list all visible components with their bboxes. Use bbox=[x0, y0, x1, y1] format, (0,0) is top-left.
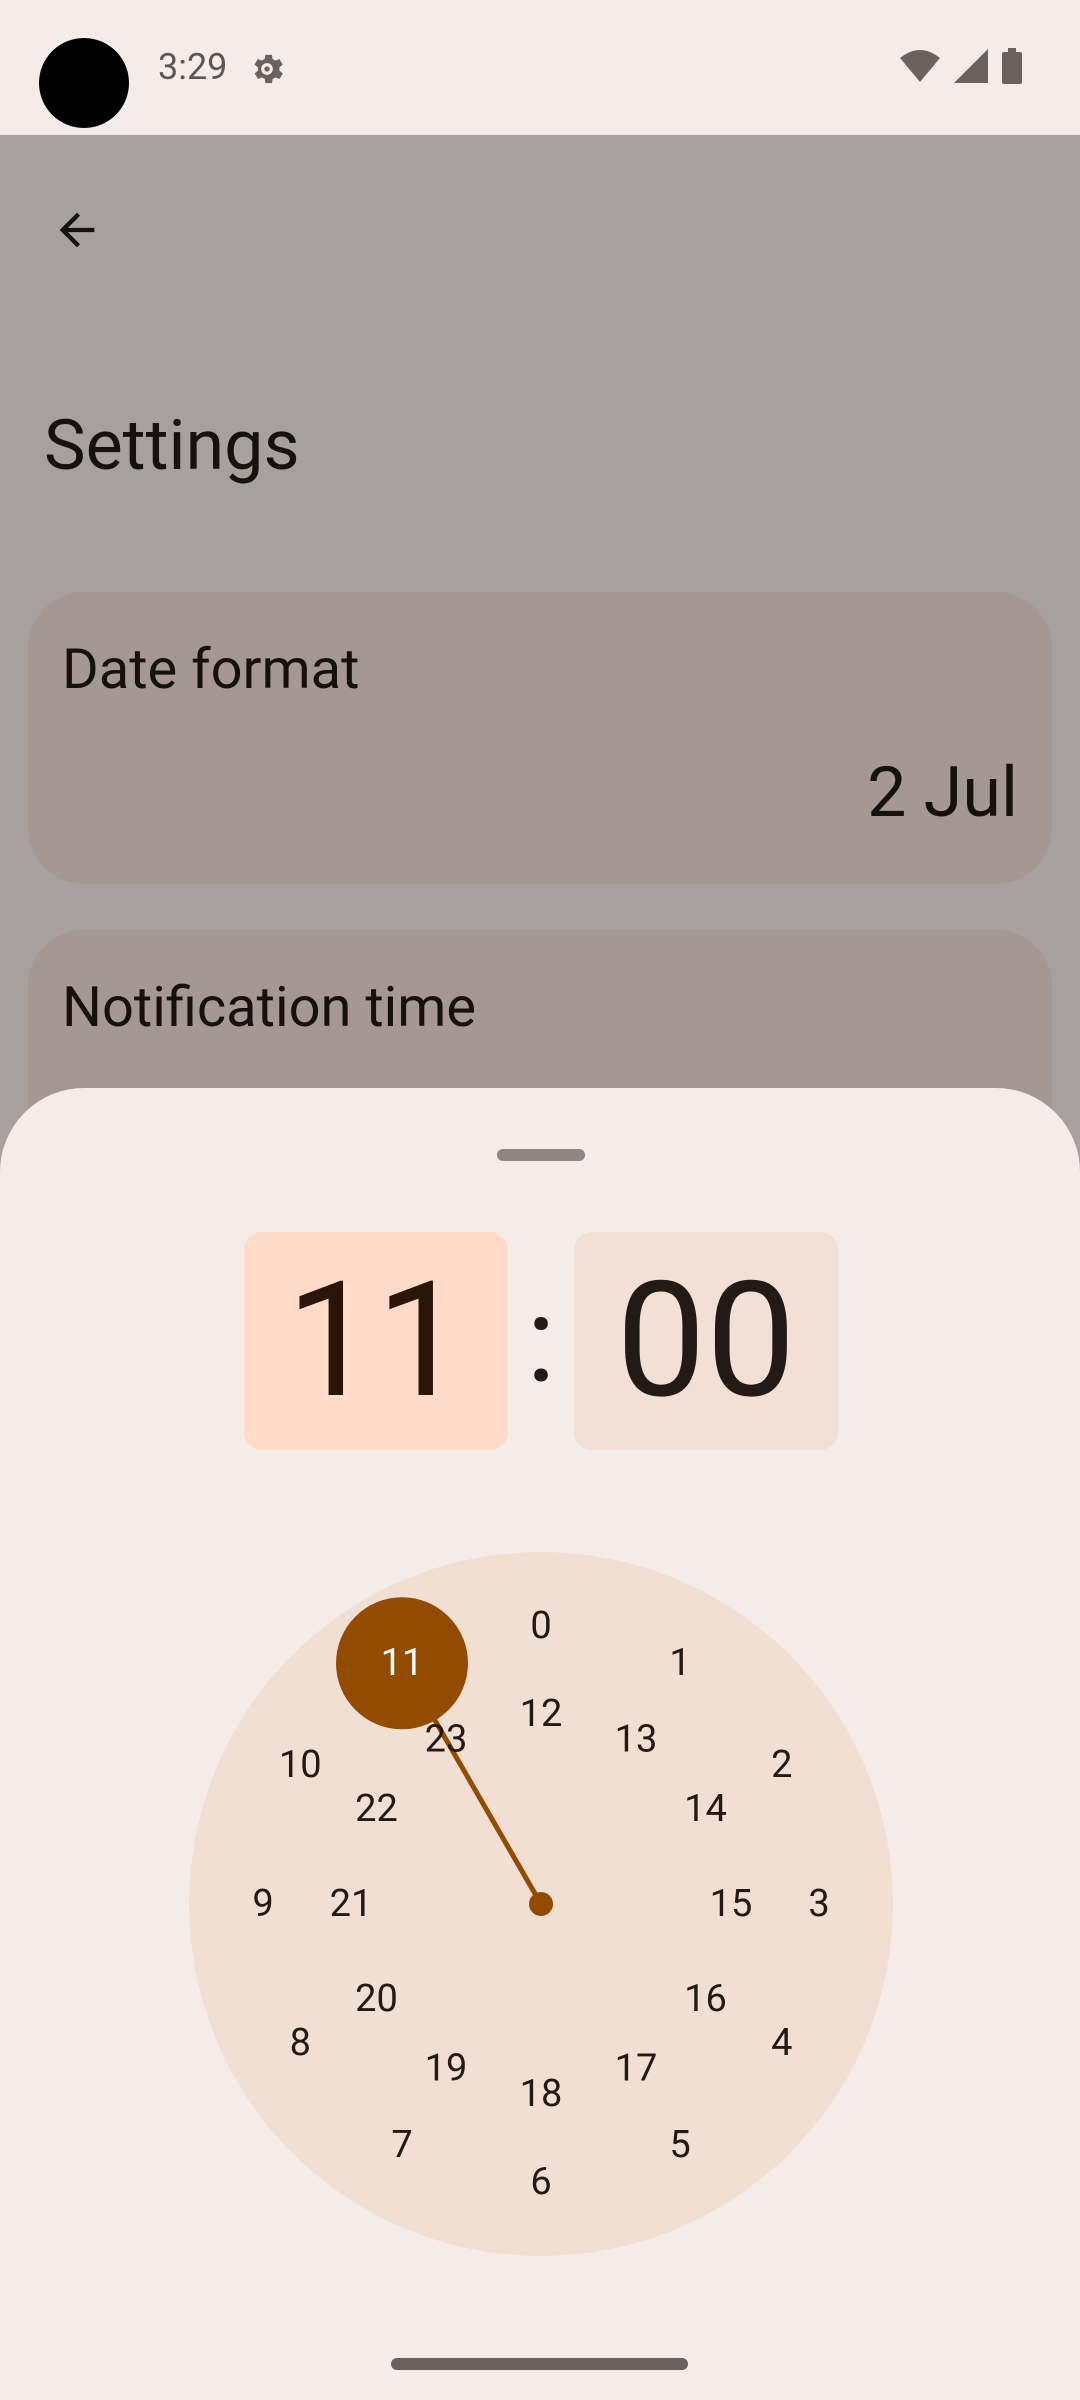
dial-hour-13[interactable]: 13 bbox=[615, 1717, 658, 1761]
system-icons bbox=[900, 48, 1022, 84]
selected-hour-label[interactable]: 11 bbox=[381, 1641, 424, 1685]
dial-hour-0[interactable]: 0 bbox=[530, 1604, 551, 1648]
dial-hour-6[interactable]: 6 bbox=[530, 2160, 551, 2204]
dial-hour-12[interactable]: 12 bbox=[520, 1692, 563, 1736]
status-bar: 3:29 bbox=[0, 0, 1080, 135]
time-picker-sheet: 11 : 00 12 13 14 15 16 17 18 19 20 21 22 23 0 1 2 3 4 5 6 7… bbox=[0, 1088, 1080, 2400]
drag-handle[interactable] bbox=[497, 1149, 585, 1161]
status-time: 3:29 bbox=[158, 46, 228, 88]
hour-selector[interactable]: 11 bbox=[244, 1232, 508, 1450]
dial-hour-21[interactable]: 21 bbox=[330, 1882, 373, 1926]
dial-hour-10[interactable]: 10 bbox=[279, 1743, 322, 1787]
battery-icon bbox=[1002, 48, 1022, 84]
dial-hour-23[interactable]: 23 bbox=[425, 1717, 468, 1761]
dial-hour-5[interactable]: 5 bbox=[669, 2123, 690, 2167]
dial-hour-22[interactable]: 22 bbox=[355, 1787, 398, 1831]
home-indicator[interactable] bbox=[391, 2358, 688, 2370]
dial-hour-1[interactable]: 1 bbox=[669, 1641, 690, 1685]
gear-icon bbox=[254, 54, 283, 84]
wifi-icon bbox=[900, 50, 940, 82]
dial-hour-3[interactable]: 3 bbox=[808, 1882, 829, 1926]
minute-selector[interactable]: 00 bbox=[574, 1232, 838, 1450]
signal-icon bbox=[954, 49, 988, 83]
dial-hour-17[interactable]: 17 bbox=[615, 2047, 658, 2091]
clock-dial-face[interactable]: 12131415161718192021222301234567891011 bbox=[189, 1552, 893, 2256]
dial-hour-19[interactable]: 19 bbox=[425, 2047, 468, 2091]
dial-hour-14[interactable]: 14 bbox=[684, 1787, 727, 1831]
time-separator: : bbox=[526, 1271, 556, 1411]
camera-cutout bbox=[39, 38, 129, 128]
dial-hour-8[interactable]: 8 bbox=[290, 2021, 311, 2065]
dial-hour-4[interactable]: 4 bbox=[771, 2021, 792, 2065]
dial-hour-20[interactable]: 20 bbox=[355, 1977, 398, 2021]
clock-center-dot bbox=[529, 1892, 553, 1916]
dial-hour-9[interactable]: 9 bbox=[252, 1882, 273, 1926]
dial-hour-15[interactable]: 15 bbox=[710, 1882, 753, 1926]
clock-dial[interactable]: 12 13 14 15 16 17 18 19 20 21 22 23 0 1 2 3 4 5 6 7 8 9 10 11 bbox=[189, 1552, 893, 2256]
dial-hour-18[interactable]: 18 bbox=[520, 2072, 563, 2116]
dial-hour-2[interactable]: 2 bbox=[771, 1743, 792, 1787]
dial-hour-16[interactable]: 16 bbox=[684, 1977, 727, 2021]
dial-hour-7[interactable]: 7 bbox=[391, 2123, 412, 2167]
